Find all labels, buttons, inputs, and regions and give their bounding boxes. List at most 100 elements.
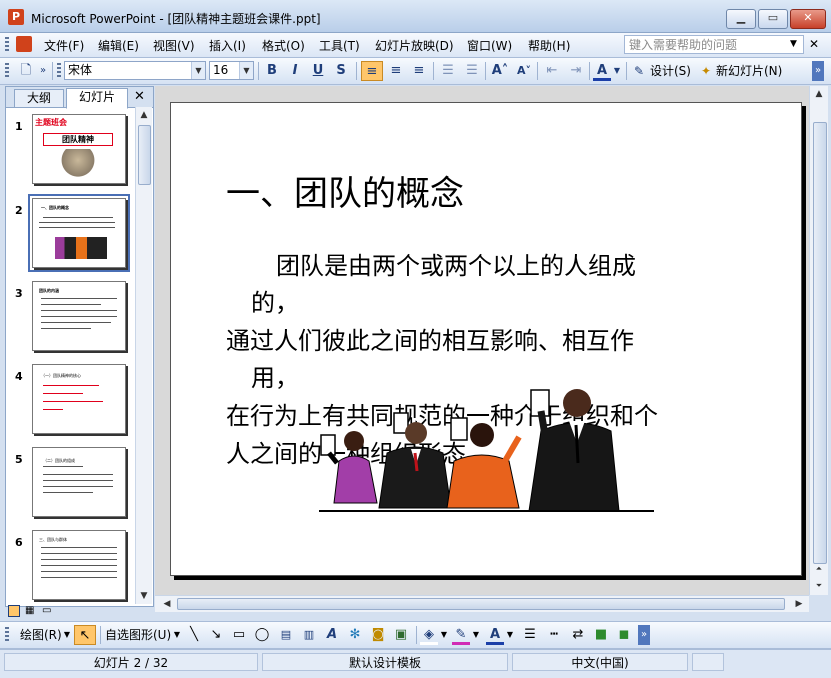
menu-help[interactable]: 帮助(H): [528, 37, 570, 54]
vertical-textbox-icon[interactable]: ▥: [299, 625, 319, 645]
slide-body-line[interactable]: 团队是由两个或两个以上的人组成: [276, 246, 636, 281]
oval-icon[interactable]: ◯: [252, 625, 272, 645]
chevron-down-icon[interactable]: ▼: [790, 39, 797, 49]
chevron-down-icon[interactable]: ▼: [612, 61, 622, 81]
menu-tools[interactable]: 工具(T): [319, 37, 360, 54]
menu-edit[interactable]: 编辑(E): [98, 37, 139, 54]
chevron-down-icon[interactable]: ▼: [505, 625, 515, 645]
toolbar-options-icon[interactable]: »: [38, 61, 48, 81]
powerpoint-icon[interactable]: P: [8, 9, 24, 25]
font-color-icon[interactable]: A: [593, 61, 611, 81]
thumbnails-scrollbar[interactable]: ▲ ▼: [135, 107, 152, 604]
next-slide-icon[interactable]: ⏷: [811, 578, 827, 594]
scroll-up-icon[interactable]: ▲: [136, 107, 152, 123]
help-search-input[interactable]: 键入需要帮助的问题: [624, 35, 804, 54]
horizontal-scrollbar[interactable]: ◀ ▶: [155, 595, 809, 612]
arrow-icon[interactable]: ↘: [206, 625, 226, 645]
bullets-icon[interactable]: ☰: [461, 61, 483, 81]
chevron-down-icon[interactable]: ▼: [471, 625, 481, 645]
menu-insert[interactable]: 插入(I): [209, 37, 246, 54]
arrow-style-icon[interactable]: ⇄: [568, 625, 588, 645]
numbering-icon[interactable]: ☰: [437, 61, 459, 81]
toolbar-options-icon[interactable]: »: [812, 61, 824, 81]
toolbar-grip[interactable]: [57, 63, 61, 79]
design-template-name[interactable]: 默认设计模板: [262, 653, 508, 671]
dash-style-icon[interactable]: ┅: [544, 625, 564, 645]
tab-outline[interactable]: 大纲: [14, 89, 64, 107]
line-style-icon[interactable]: ☰: [520, 625, 540, 645]
menu-slideshow[interactable]: 幻灯片放映(D): [375, 37, 454, 54]
slide-editing-area[interactable]: 一、团队的概念 团队是由两个或两个以上的人组成 的， 通过人们彼此之间的相互影响…: [155, 86, 809, 595]
slide-thumbnail-3[interactable]: 团队的内涵: [32, 281, 126, 351]
fill-color-icon[interactable]: ◈: [420, 625, 438, 645]
slide-body-line[interactable]: 通过人们彼此之间的相互影响、相互作: [226, 321, 634, 356]
new-slide-button[interactable]: 新幻灯片(N): [716, 61, 782, 81]
line-color-icon[interactable]: ✎: [452, 625, 470, 645]
autoshapes-button[interactable]: 自选图形(U): [105, 625, 171, 645]
slide-thumbnail-2[interactable]: 一、团队的概念: [28, 194, 130, 272]
scroll-right-icon[interactable]: ▶: [791, 596, 807, 612]
line-icon[interactable]: ╲: [184, 625, 204, 645]
slide-thumbnail-1[interactable]: 主题班会 团队精神: [32, 114, 126, 184]
scroll-up-icon[interactable]: ▲: [811, 86, 827, 102]
document-icon[interactable]: [16, 36, 32, 52]
close-button[interactable]: ✕: [790, 9, 826, 29]
textbox-icon[interactable]: ▤: [276, 625, 296, 645]
chevron-down-icon[interactable]: ▼: [439, 625, 449, 645]
decrease-font-icon[interactable]: A˅: [513, 61, 535, 81]
slide-body-line[interactable]: 的，: [251, 283, 299, 318]
scroll-down-icon[interactable]: ▼: [136, 588, 152, 604]
slide-title[interactable]: 一、团队的概念: [226, 166, 464, 215]
slide-canvas[interactable]: 一、团队的概念 团队是由两个或两个以上的人组成 的， 通过人们彼此之间的相互影响…: [170, 102, 802, 576]
minimize-button[interactable]: ▁: [726, 9, 756, 29]
close-doc-icon[interactable]: ✕: [809, 37, 819, 51]
slide-body-line[interactable]: 用，: [251, 358, 299, 393]
decrease-indent-icon[interactable]: ⇤: [541, 61, 563, 81]
shadow-style-icon[interactable]: ■: [591, 625, 611, 645]
close-panel-icon[interactable]: ✕: [134, 89, 145, 104]
font-color-icon[interactable]: A: [486, 625, 504, 645]
clipart-icon[interactable]: ◙: [368, 625, 388, 645]
scroll-left-icon[interactable]: ◀: [159, 596, 175, 612]
menu-file[interactable]: 文件(F): [44, 37, 84, 54]
menu-window[interactable]: 窗口(W): [467, 37, 512, 54]
font-name-select[interactable]: 宋体 ▼: [64, 61, 206, 80]
normal-view-icon[interactable]: [8, 605, 20, 617]
design-icon[interactable]: ✎: [631, 61, 647, 81]
increase-indent-icon[interactable]: ⇥: [565, 61, 587, 81]
previous-slide-icon[interactable]: ⏶: [811, 561, 827, 577]
menu-view[interactable]: 视图(V): [153, 37, 195, 54]
diagram-icon[interactable]: ✻: [345, 625, 365, 645]
slide-sorter-icon[interactable]: ▦: [25, 605, 37, 617]
toolbar-grip[interactable]: [5, 37, 9, 53]
align-right-icon[interactable]: ≡: [408, 61, 430, 81]
draw-menu-button[interactable]: 绘图(R): [20, 625, 62, 645]
scroll-thumb[interactable]: [138, 125, 151, 185]
slide-thumbnail-5[interactable]: （二）团队的组成: [32, 447, 126, 517]
voting-people-clipart[interactable]: [319, 373, 664, 513]
vertical-scrollbar[interactable]: ▲ ⏶ ⏷: [809, 86, 828, 595]
rectangle-icon[interactable]: ▭: [229, 625, 249, 645]
scroll-thumb[interactable]: [177, 598, 785, 610]
toolbar-grip[interactable]: [5, 627, 9, 643]
bold-icon[interactable]: B: [262, 61, 282, 81]
new-slide-icon[interactable]: ✦: [698, 61, 714, 81]
3d-style-icon[interactable]: ◼: [614, 625, 634, 645]
menu-format[interactable]: 格式(O): [262, 37, 305, 54]
italic-icon[interactable]: I: [285, 61, 305, 81]
chevron-down-icon[interactable]: ▼: [172, 625, 182, 645]
maximize-button[interactable]: ▭: [758, 9, 788, 29]
align-left-icon[interactable]: ≡: [361, 61, 383, 81]
wordart-icon[interactable]: A: [322, 625, 342, 645]
shadow-icon[interactable]: S: [331, 61, 351, 81]
select-pointer-icon[interactable]: ↖: [74, 625, 96, 645]
toolbar-grip[interactable]: [5, 63, 9, 79]
underline-icon[interactable]: U: [308, 61, 328, 81]
scroll-thumb[interactable]: [813, 122, 827, 564]
slideshow-icon[interactable]: ▭: [42, 605, 54, 617]
slide-thumbnail-6[interactable]: 三、团队与群体: [32, 530, 126, 600]
toolbar-options-icon[interactable]: »: [638, 625, 650, 645]
picture-icon[interactable]: ▣: [391, 625, 411, 645]
tab-slides[interactable]: 幻灯片: [66, 88, 128, 109]
design-button[interactable]: 设计(S): [650, 61, 691, 81]
